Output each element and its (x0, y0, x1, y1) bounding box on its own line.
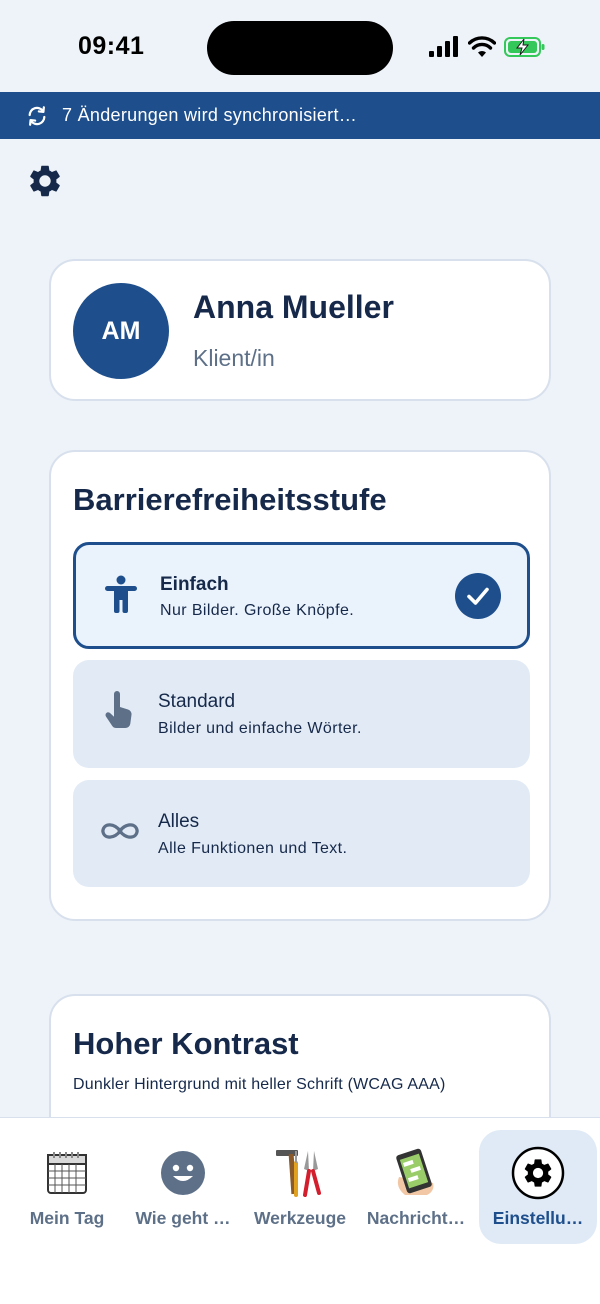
status-bar: 09:41 (0, 0, 600, 92)
nav-label: Werkzeuge (253, 1208, 347, 1228)
nav-label: Wie geht … (135, 1208, 231, 1228)
nav-item-wie-geht[interactable]: Wie geht … (124, 1130, 242, 1244)
tools-icon (273, 1146, 327, 1200)
level-option-description: Bilder und einfache Wörter. (158, 720, 362, 737)
gear-icon (511, 1146, 565, 1200)
nav-item-werkzeuge[interactable]: Werkzeuge (241, 1130, 359, 1244)
nav-label: Nachricht… (366, 1208, 466, 1228)
nav-item-einstellungen[interactable]: Einstellu… (479, 1130, 597, 1244)
accessibility-level-card: Barrierefreiheitsstufe Einfach Nur Bilde… (49, 450, 551, 921)
phone-message-icon (389, 1146, 443, 1200)
nav-label: Einstellu… (492, 1208, 584, 1228)
status-icons (428, 36, 546, 58)
profile-role: Klient/in (193, 345, 275, 371)
battery-icon (504, 37, 545, 57)
smiley-icon (156, 1146, 210, 1200)
profile-card: AM Anna Mueller Klient/in (49, 259, 551, 401)
signal-icon (429, 36, 458, 57)
level-option-description: Alle Funktionen und Text. (158, 840, 348, 857)
profile-name: Anna Mueller (193, 289, 394, 325)
person-icon (100, 573, 142, 615)
sync-icon (28, 105, 46, 126)
status-time: 09:41 (78, 32, 145, 60)
infinity-icon (99, 810, 141, 852)
touch-icon (99, 690, 141, 732)
high-contrast-description: Dunkler Hintergrund mit heller Schrift (… (73, 1076, 446, 1093)
level-option-title: Einfach (160, 574, 229, 595)
settings-gear-button[interactable] (26, 162, 64, 200)
sync-banner: 7 Änderungen wird synchronisiert… (0, 92, 600, 139)
wifi-icon (468, 36, 496, 57)
level-option-title: Alles (158, 811, 200, 832)
level-option-alles[interactable]: Alles Alle Funktionen und Text. (73, 780, 530, 887)
dynamic-island (207, 21, 393, 75)
sync-text: 7 Änderungen wird synchronisiert… (62, 105, 358, 125)
level-option-description: Nur Bilder. Große Knöpfe. (160, 602, 355, 619)
checkmark-icon (455, 573, 501, 619)
gear-icon (30, 165, 60, 197)
level-option-title: Standard (158, 691, 236, 712)
nav-item-mein-tag[interactable]: Mein Tag (8, 1130, 126, 1244)
accessibility-level-title: Barrierefreiheitsstufe (73, 482, 387, 517)
nav-item-nachrichten[interactable]: Nachricht… (357, 1130, 475, 1244)
calendar-icon (40, 1146, 94, 1200)
bottom-nav: Mein Tag Wie geht … Werkzeuge Nachricht…… (0, 1117, 600, 1304)
high-contrast-title: Hoher Kontrast (73, 1026, 299, 1061)
nav-label: Mein Tag (29, 1208, 105, 1228)
level-option-standard[interactable]: Standard Bilder und einfache Wörter. (73, 660, 530, 768)
level-option-einfach[interactable]: Einfach Nur Bilder. Große Knöpfe. (73, 542, 530, 649)
avatar: AM (73, 283, 169, 379)
